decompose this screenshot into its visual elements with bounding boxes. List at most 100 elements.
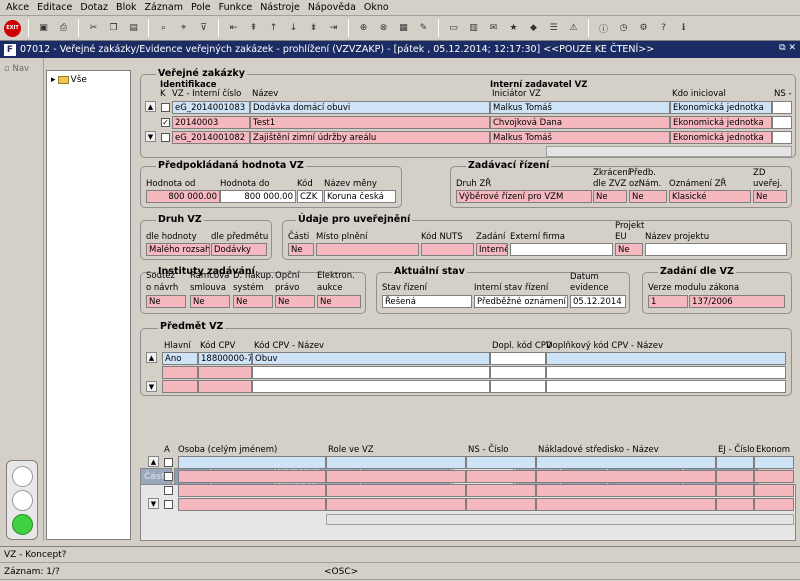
window-controls[interactable]: ⧉ ✕ — [779, 43, 796, 53]
aukce-field[interactable]: Ne — [317, 295, 361, 308]
ramcova-field[interactable]: Ne — [190, 295, 230, 308]
vz-nazev-field[interactable]: Dodávka domácí obuvi — [250, 101, 490, 114]
attachment-icon[interactable]: ▥ — [466, 21, 481, 36]
menu-editace[interactable]: Editace — [33, 2, 76, 13]
nav-label[interactable]: ▫ Nav — [4, 64, 29, 74]
oznameni-zr-field[interactable]: Klasické — [669, 190, 751, 203]
vz-iniciator-field[interactable]: Malkus Tomáš — [490, 131, 670, 144]
dle-predmetu-field[interactable]: Dodávky — [211, 243, 267, 256]
menu-blok[interactable]: Blok — [112, 2, 140, 13]
tab-casti[interactable]: Části — [140, 468, 172, 484]
first-record-icon[interactable]: ⇤ — [226, 21, 241, 36]
vz-id-field[interactable]: eG_2014001083 — [172, 101, 250, 114]
menu-zaznam[interactable]: Záznam — [141, 2, 187, 13]
vz-nazev-field[interactable]: Test1 — [250, 116, 490, 129]
predmet-scroll-up[interactable]: ▲ — [146, 352, 157, 363]
about-icon[interactable]: ℹ — [676, 21, 691, 36]
scroll-up-button[interactable]: ▲ — [145, 101, 156, 112]
verze-field[interactable]: 1 — [648, 295, 688, 308]
kod-cpv-field[interactable] — [198, 366, 252, 379]
vz-id-field[interactable]: eG_2014001082 — [172, 131, 250, 144]
scroll-down-button[interactable]: ▼ — [145, 131, 156, 142]
zkraceni-field[interactable]: Ne — [593, 190, 627, 203]
execute-query-icon[interactable]: ⌖ — [176, 21, 191, 36]
nazev-meny-field[interactable]: Koruna česká — [324, 190, 396, 203]
menu-akce[interactable]: Akce — [2, 2, 33, 13]
row-check[interactable] — [161, 103, 170, 112]
edit-icon[interactable]: ✎ — [416, 21, 431, 36]
tab-dyn-nak-system[interactable]: Dyn. nák. systém — [362, 468, 450, 484]
save-icon[interactable]: ▣ — [36, 21, 51, 36]
menu-pole[interactable]: Pole — [187, 2, 215, 13]
document-icon[interactable]: ▭ — [446, 21, 461, 36]
zadani-field[interactable]: Interně — [476, 243, 508, 256]
menu-napoveda[interactable]: Nápověda — [304, 2, 360, 13]
interni-stav-field[interactable]: Předběžné oznámení — [474, 295, 568, 308]
scroll-track[interactable] — [145, 116, 156, 127]
tab-vazby-zakazek[interactable]: Vazby zakázek — [684, 468, 758, 484]
kod-meny-field[interactable]: CZK — [297, 190, 323, 203]
menu-okno[interactable]: Okno — [360, 2, 393, 13]
projekt-eu-field[interactable]: Ne — [615, 243, 643, 256]
print-icon[interactable]: ⎙ — [56, 21, 71, 36]
list-icon[interactable]: ☰ — [546, 21, 561, 36]
lock-record-icon[interactable]: ▦ — [396, 21, 411, 36]
dopl-nazev-field[interactable] — [546, 366, 786, 379]
navigation-tree[interactable]: ▸ Vše — [46, 70, 131, 540]
kod-cpv-nazev-field[interactable] — [252, 380, 490, 393]
vz-kdo-field[interactable]: Ekonomická jednotka — [670, 101, 772, 114]
tab-spol-osoby[interactable]: Spol. osoby — [452, 467, 514, 484]
predb-field[interactable]: Ne — [629, 190, 667, 203]
dns-field[interactable]: Ne — [233, 295, 273, 308]
hodnota-do-field[interactable]: 800 000.00 — [220, 190, 296, 203]
nazev-projektu-field[interactable] — [645, 243, 787, 256]
kod-cpv-nazev-field[interactable]: Obuv — [252, 352, 490, 365]
next-block-icon[interactable]: ⇟ — [306, 21, 321, 36]
query-icon[interactable]: ⌕ — [156, 21, 171, 36]
datum-evidence-field[interactable]: 05.12.2014 — [570, 295, 626, 308]
kod-cpv-field[interactable]: 18800000-7 — [198, 352, 252, 365]
delete-record-icon[interactable]: ⊗ — [376, 21, 391, 36]
history-icon[interactable]: ◷ — [616, 21, 631, 36]
filter-icon[interactable]: ⊽ — [196, 21, 211, 36]
opcni-field[interactable]: Ne — [275, 295, 315, 308]
dopl-nazev-field[interactable] — [546, 352, 786, 365]
settings-icon[interactable]: ⚙ — [636, 21, 651, 36]
vz-nazev-field[interactable]: Zajištění zimní údržby areálu — [250, 131, 490, 144]
mail-icon[interactable]: ✉ — [486, 21, 501, 36]
menu-funkce[interactable]: Funkce — [215, 2, 257, 13]
dle-hodnoty-field[interactable]: Malého rozsahu — [146, 243, 210, 256]
tab-namitky[interactable]: Námitky — [516, 468, 560, 484]
stav-rizeni-field[interactable]: Řešená — [382, 295, 472, 308]
bookmark-icon[interactable]: ◆ — [526, 21, 541, 36]
tab-ramcova-smlouva[interactable]: Rámcová smlouva — [276, 467, 360, 487]
predmet-scroll-down[interactable]: ▼ — [146, 381, 157, 392]
misto-plneni-field[interactable] — [316, 243, 419, 256]
tab-loga[interactable]: Loga — [174, 468, 210, 484]
casti-field[interactable]: Ne — [288, 243, 314, 256]
vz-ns-field[interactable] — [772, 101, 792, 114]
dopl-kod-field[interactable] — [490, 352, 546, 365]
hlavni-field[interactable] — [162, 380, 198, 393]
paste-icon[interactable]: ▤ — [126, 21, 141, 36]
last-record-icon[interactable]: ⇥ — [326, 21, 341, 36]
kod-cpv-field[interactable] — [198, 380, 252, 393]
help-icon[interactable]: ? — [656, 21, 671, 36]
prev-block-icon[interactable]: ⇞ — [246, 21, 261, 36]
vz-ns-field[interactable] — [772, 131, 792, 144]
vz-kdo-field[interactable]: Ekonomická jednotka — [670, 131, 772, 144]
next-record-icon[interactable]: ↓ — [286, 21, 301, 36]
kod-cpv-nazev-field[interactable] — [252, 366, 490, 379]
warning-icon[interactable]: ⚠ — [566, 21, 581, 36]
insert-record-icon[interactable]: ⊕ — [356, 21, 371, 36]
exit-button[interactable]: EXIT — [4, 19, 21, 37]
dopl-kod-field[interactable] — [490, 380, 546, 393]
vz-ns-field[interactable] — [772, 116, 792, 129]
zd-field[interactable]: Ne — [753, 190, 787, 203]
dopl-nazev-field[interactable] — [546, 380, 786, 393]
zakon-field[interactable]: 137/2006 — [689, 295, 785, 308]
soutez-field[interactable]: Ne — [146, 295, 186, 308]
hlavni-field[interactable]: Ano — [162, 352, 198, 365]
kod-nuts-field[interactable] — [421, 243, 474, 256]
tab-vazby-dokladu[interactable]: Vazby dokladů — [608, 468, 682, 484]
